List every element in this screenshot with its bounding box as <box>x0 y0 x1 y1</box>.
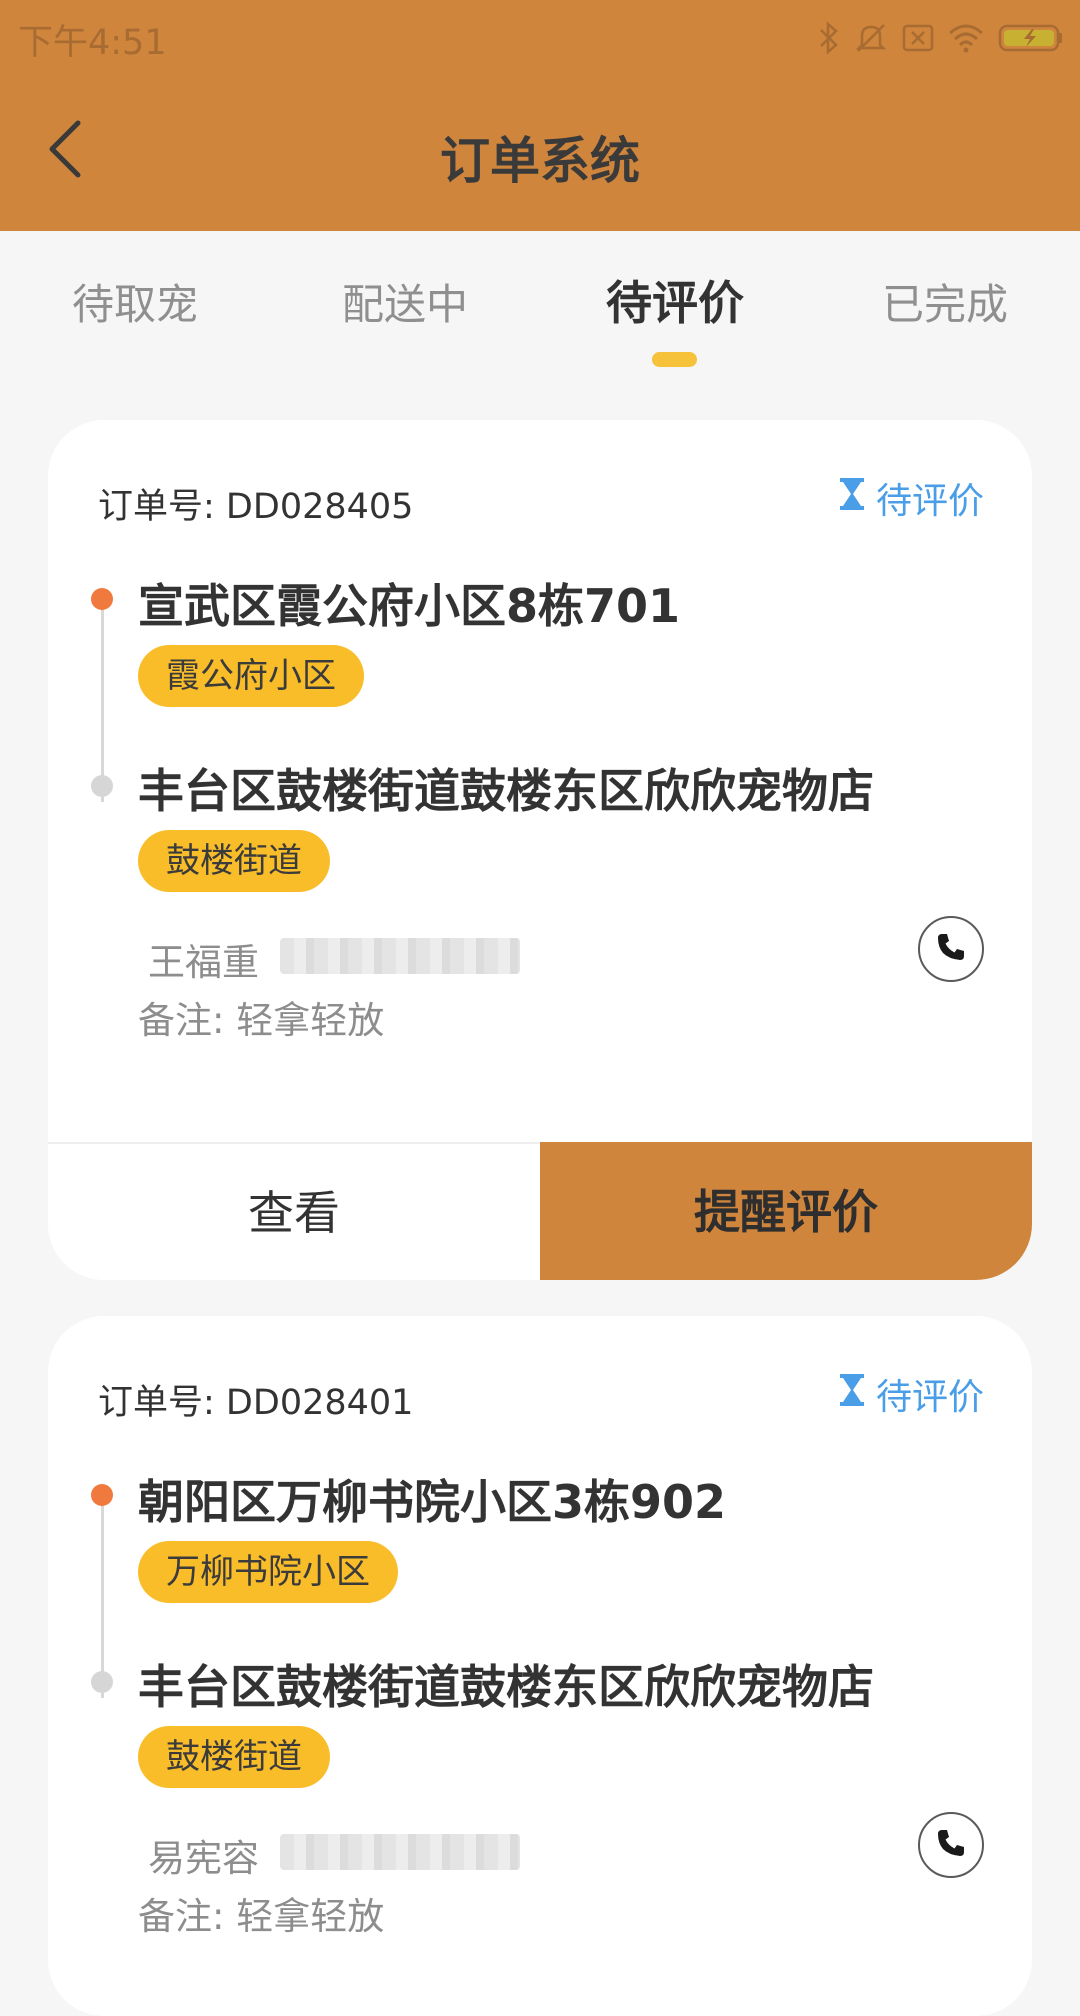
pickup-dot <box>91 588 113 610</box>
order-remark: 备注: 轻拿轻放 <box>138 1895 385 1938</box>
page-title: 订单系统 <box>440 132 640 190</box>
mute-icon <box>854 21 888 55</box>
view-button[interactable]: 查看 <box>48 1144 540 1280</box>
phone-icon <box>936 932 966 966</box>
tab-pending-review[interactable]: 待评价 <box>575 267 775 333</box>
status-icons <box>818 18 1064 58</box>
order-card: 订单号: DD028401 待评价 朝阳区万柳书院小区3栋902 万柳书院小区 … <box>48 1316 1032 2016</box>
route-line <box>101 1498 104 1698</box>
order-number: 订单号: DD028405 <box>98 487 414 527</box>
hourglass-icon <box>838 1373 866 1416</box>
pickup-address: 朝阳区万柳书院小区3栋902 <box>138 1475 727 1529</box>
pickup-tag: 万柳书院小区 <box>138 1541 398 1603</box>
dropoff-dot <box>91 1671 113 1693</box>
order-remark: 备注: 轻拿轻放 <box>138 999 385 1042</box>
sim-icon <box>902 23 934 53</box>
order-tabs: 待取宠 配送中 待评价 已完成 <box>0 231 1080 371</box>
order-actions: 查看 提醒评价 <box>48 1142 1032 1280</box>
route-line <box>101 602 104 802</box>
order-card: 订单号: DD028405 待评价 宣武区霞公府小区8栋701 霞公府小区 丰台… <box>48 420 1032 1280</box>
order-status: 待评价 <box>838 1368 984 1420</box>
wifi-icon <box>948 23 984 53</box>
order-number: 订单号: DD028401 <box>98 1383 414 1423</box>
hourglass-icon <box>838 477 866 520</box>
call-button[interactable] <box>918 1812 984 1878</box>
dropoff-dot <box>91 775 113 797</box>
contact-name: 易宪容 <box>148 1837 259 1880</box>
pickup-tag: 霞公府小区 <box>138 645 364 707</box>
bluetooth-icon <box>818 21 840 55</box>
active-tab-indicator <box>652 352 697 367</box>
status-time: 下午4:51 <box>18 23 167 63</box>
phone-number-blurred <box>280 1834 520 1870</box>
title-bar: 订单系统 <box>0 76 1080 231</box>
tab-delivering[interactable]: 配送中 <box>305 271 505 332</box>
battery-charging-icon <box>998 23 1064 53</box>
order-status-label: 待评价 <box>875 481 984 522</box>
order-status-label: 待评价 <box>875 1377 984 1418</box>
dropoff-address: 丰台区鼓楼街道鼓楼东区欣欣宠物店 <box>138 764 874 818</box>
status-bar: 下午4:51 <box>0 0 1080 76</box>
contact-name: 王福重 <box>148 941 259 984</box>
dropoff-tag: 鼓楼街道 <box>138 830 330 892</box>
tab-pending-pickup[interactable]: 待取宠 <box>35 271 235 332</box>
call-button[interactable] <box>918 916 984 982</box>
tab-completed[interactable]: 已完成 <box>845 271 1045 332</box>
pickup-address: 宣武区霞公府小区8栋701 <box>138 579 681 633</box>
remind-review-button[interactable]: 提醒评价 <box>540 1142 1032 1280</box>
dropoff-tag: 鼓楼街道 <box>138 1726 330 1788</box>
phone-number-blurred <box>280 938 520 974</box>
dropoff-address: 丰台区鼓楼街道鼓楼东区欣欣宠物店 <box>138 1660 874 1714</box>
pickup-dot <box>91 1484 113 1506</box>
order-status: 待评价 <box>838 472 984 524</box>
phone-icon <box>936 1828 966 1862</box>
